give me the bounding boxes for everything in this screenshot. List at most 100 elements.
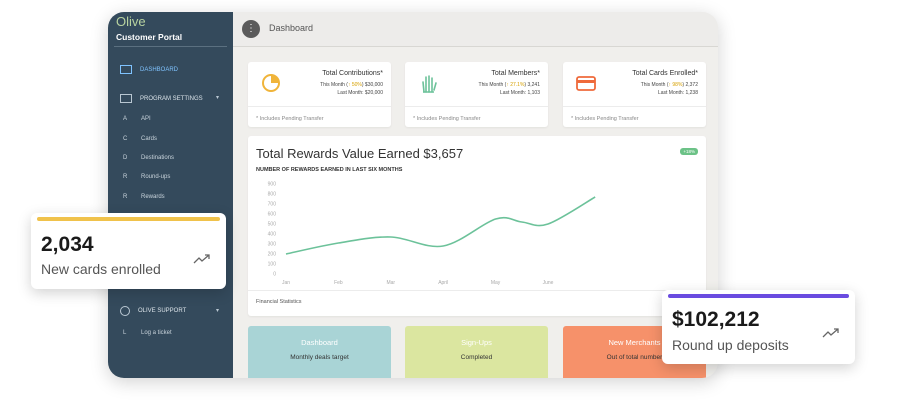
brand-logo: Olive <box>116 14 146 29</box>
stat-this-month: This Month (↑ 98%) 2,372 <box>641 82 698 88</box>
x-tick-label: June <box>543 280 554 286</box>
top-bar: ⋮ Dashboard <box>233 12 718 47</box>
sub-item-letter: A <box>123 116 128 122</box>
sidebar: Olive Customer Portal DASHBOARD PROGRAM … <box>108 12 233 378</box>
x-tick-label: Jan <box>282 280 290 286</box>
y-tick-label: 0 <box>273 272 276 278</box>
metric-label: Round up deposits <box>672 337 789 353</box>
stat-card-contributions: Total Contributions* This Month (↑ 50%) … <box>248 62 391 127</box>
trending-up-icon <box>822 328 839 338</box>
y-tick-label: 200 <box>268 252 277 258</box>
sidebar-item-label: OLIVE SUPPORT <box>138 308 187 314</box>
stat-card-cards-enrolled: Total Cards Enrolled* This Month (↑ 98%)… <box>563 62 706 127</box>
more-menu-button[interactable]: ⋮ <box>242 20 260 38</box>
app-window: Olive Customer Portal DASHBOARD PROGRAM … <box>108 12 718 378</box>
y-tick-label: 500 <box>268 222 277 228</box>
rewards-chart-card: Total Rewards Value Earned $3,657 +18% N… <box>248 136 706 316</box>
tile-dashboard[interactable]: Dashboard Monthly deals target <box>248 326 391 378</box>
y-tick-label: 900 <box>268 182 277 188</box>
stat-this-month-value: ) 2,372 <box>682 82 698 88</box>
tile-title: Dashboard <box>301 338 338 347</box>
stat-this-month-prefix: This Month ( <box>478 82 507 88</box>
x-tick-label: Feb <box>334 280 343 286</box>
chart-footer: Financial Statistics <box>256 299 302 305</box>
float-card-new-cards: 2,034 New cards enrolled <box>31 213 226 289</box>
rewards-line-chart: 0 100 200 300 400 500 600 700 800 900 Jan Feb Mar Apr… <box>268 182 596 286</box>
metric-label: New cards enrolled <box>41 261 161 277</box>
tile-sign-ups[interactable]: Sign-Ups Completed <box>405 326 548 378</box>
globe-icon <box>120 306 130 316</box>
y-tick-label: 600 <box>268 212 277 218</box>
pie-chart-icon <box>262 74 280 92</box>
sidebar-item-cards[interactable]: C Cards <box>123 136 157 142</box>
hand-icon <box>422 75 437 93</box>
stat-this-month-value: ) $30,000 <box>361 82 383 88</box>
sub-item-label: Log a ticket <box>141 330 172 336</box>
brand-divider <box>114 46 227 47</box>
sidebar-item-dashboard[interactable]: DASHBOARD <box>120 65 178 74</box>
sidebar-item-program-settings[interactable]: PROGRAM SETTINGS <box>120 94 203 103</box>
sub-item-letter: D <box>123 155 128 161</box>
stat-last-month: Last Month: $20,000 <box>337 90 383 96</box>
sub-item-label: Rewards <box>141 194 165 200</box>
tile-title: Sign-Ups <box>461 338 492 347</box>
sub-item-label: Cards <box>141 136 158 142</box>
chart-icon <box>120 94 132 103</box>
stat-note: * Includes Pending Transfer <box>571 116 639 122</box>
chart-footer-divider <box>248 290 706 291</box>
stat-last-month: Last Month: 1,238 <box>657 90 698 96</box>
stat-last-month: Last Month: 1,103 <box>499 90 540 96</box>
stat-note: * Includes Pending Transfer <box>256 116 324 122</box>
stat-divider <box>405 106 548 107</box>
stat-this-month: This Month (↑ 50%) $30,000 <box>320 82 383 88</box>
sub-item-letter: C <box>123 136 128 142</box>
x-tick-label: April <box>438 280 448 286</box>
stat-this-month-prefix: This Month ( <box>320 82 348 88</box>
tile-subtitle: Monthly deals target <box>290 354 349 361</box>
metric-value: 2,034 <box>41 233 94 256</box>
sidebar-item-label: PROGRAM SETTINGS <box>140 95 203 102</box>
brand-subtitle: Customer Portal <box>116 32 183 42</box>
stat-this-month-prefix: This Month ( <box>640 82 669 88</box>
sub-item-label: API <box>141 116 151 122</box>
trending-up-icon <box>193 254 210 264</box>
sidebar-item-rewards[interactable]: R Rewards <box>123 194 165 200</box>
y-tick-label: 300 <box>268 242 277 248</box>
sidebar-item-api[interactable]: A API <box>123 116 151 122</box>
stat-divider <box>248 106 391 107</box>
chevron-down-icon[interactable]: ▾ <box>216 307 219 314</box>
y-tick-label: 700 <box>268 202 277 208</box>
stat-title: Total Contributions* <box>322 70 383 77</box>
card-accent-bar <box>668 294 849 298</box>
sub-item-label: Destinations <box>141 155 175 161</box>
chevron-down-icon[interactable]: ▾ <box>216 94 219 101</box>
y-tick-label: 400 <box>268 232 277 238</box>
sidebar-item-round-ups[interactable]: R Round-ups <box>123 174 170 180</box>
stat-this-month: This Month (↑ 27.1%) 3,241 <box>479 82 540 88</box>
y-tick-label: 800 <box>268 192 277 198</box>
x-tick-label: May <box>491 280 501 286</box>
sub-item-letter: L <box>123 330 127 336</box>
stat-percent: ↑ 50% <box>347 82 362 88</box>
monitor-icon <box>120 65 132 74</box>
stat-card-members: Total Members* This Month (↑ 27.1%) 3,24… <box>405 62 548 127</box>
sub-item-letter: R <box>123 174 128 180</box>
sidebar-item-log-ticket[interactable]: L Log a ticket <box>123 330 172 336</box>
tile-subtitle: Completed <box>460 354 493 361</box>
metric-value: $102,212 <box>672 308 760 331</box>
x-tick-label: Mar <box>386 280 395 286</box>
sidebar-item-label: DASHBOARD <box>140 66 179 73</box>
stat-this-month-value: ) 3,241 <box>524 82 540 88</box>
sidebar-item-destinations[interactable]: D Destinations <box>123 155 174 161</box>
stat-note: * Includes Pending Transfer <box>413 116 481 122</box>
page-title: Dashboard <box>269 23 314 33</box>
stat-divider <box>563 106 706 107</box>
sub-item-letter: R <box>123 194 128 200</box>
y-tick-label: 100 <box>268 262 277 268</box>
sidebar-item-olive-support[interactable]: OLIVE SUPPORT <box>120 306 186 316</box>
stat-percent: ↑ 27.1% <box>506 82 525 88</box>
stat-title: Total Members* <box>491 70 540 77</box>
stat-percent: ↑ 98% <box>668 82 683 88</box>
rewards-series-line <box>285 196 596 255</box>
card-accent-bar <box>37 217 220 221</box>
